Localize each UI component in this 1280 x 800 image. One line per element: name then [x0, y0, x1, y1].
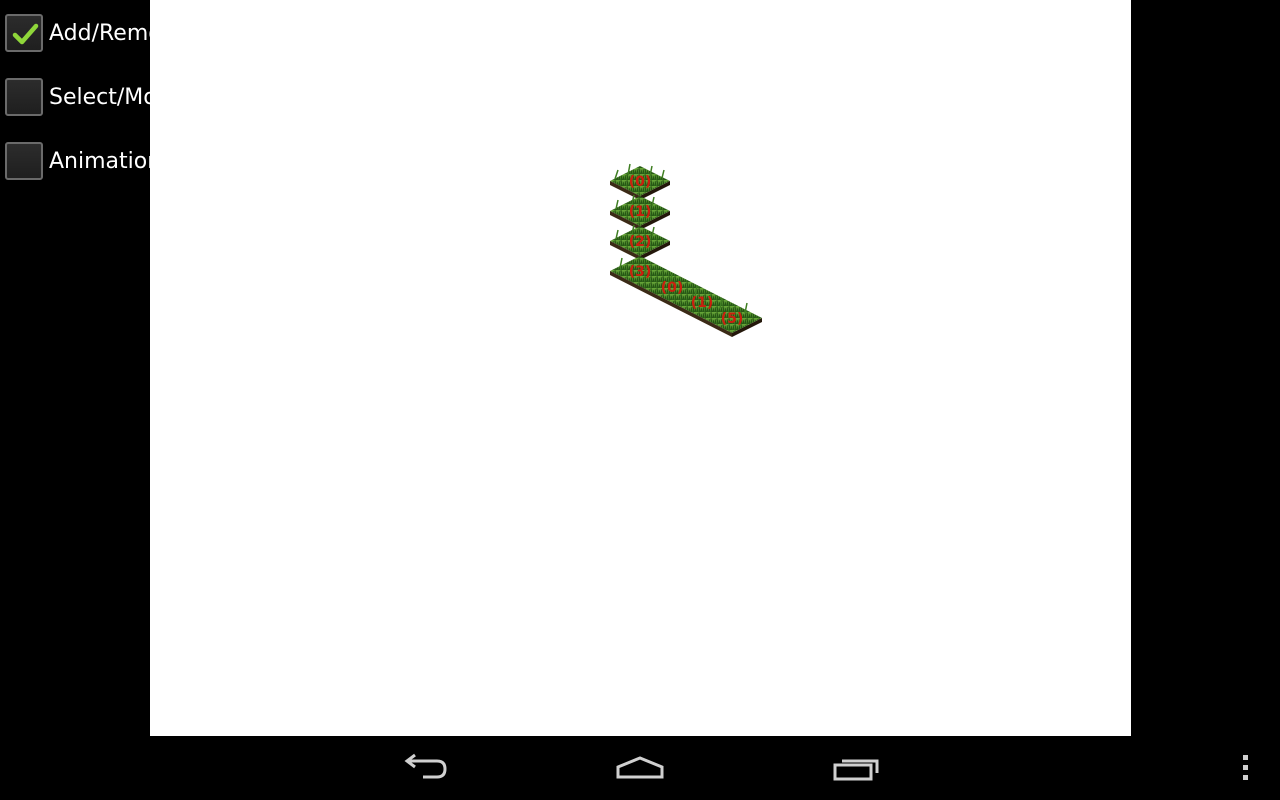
tile-label: (1): [691, 295, 714, 311]
tile-0[interactable]: (0): [610, 163, 670, 200]
tile-label: (2): [629, 234, 652, 250]
tile-1[interactable]: (1): [610, 194, 670, 230]
home-button[interactable]: [600, 748, 680, 788]
tile-label: (3): [629, 264, 652, 280]
app-window: Add/Remove Select/Move Animation (0) (1)…: [0, 0, 1280, 800]
checkbox-box[interactable]: [5, 142, 43, 180]
recent-apps-icon: [833, 759, 879, 781]
back-button[interactable]: [384, 748, 464, 788]
tile-label: (0): [629, 174, 652, 190]
isometric-scene[interactable]: (0) (1) (2) (3) (0) (1) (5): [150, 0, 1131, 736]
recent-apps-button[interactable]: [817, 748, 897, 788]
tile-2[interactable]: (2): [610, 224, 670, 260]
tile-label: (1): [629, 204, 652, 220]
overflow-menu-icon: [1243, 755, 1248, 780]
tile-label: (5): [721, 311, 744, 327]
back-icon: [404, 753, 447, 779]
animation-checkbox[interactable]: Animation: [5, 140, 161, 182]
checkbox-label: Animation: [49, 148, 162, 174]
navigation-bar: [0, 736, 1280, 800]
home-icon: [616, 756, 664, 779]
overflow-menu-button[interactable]: [1205, 748, 1280, 788]
checkbox-box[interactable]: [5, 14, 43, 52]
tile-label: (0): [661, 280, 684, 296]
check-mark-icon: [12, 23, 39, 45]
checkbox-box[interactable]: [5, 78, 43, 116]
tile-canvas[interactable]: (0) (1) (2) (3) (0) (1) (5): [150, 0, 1131, 736]
